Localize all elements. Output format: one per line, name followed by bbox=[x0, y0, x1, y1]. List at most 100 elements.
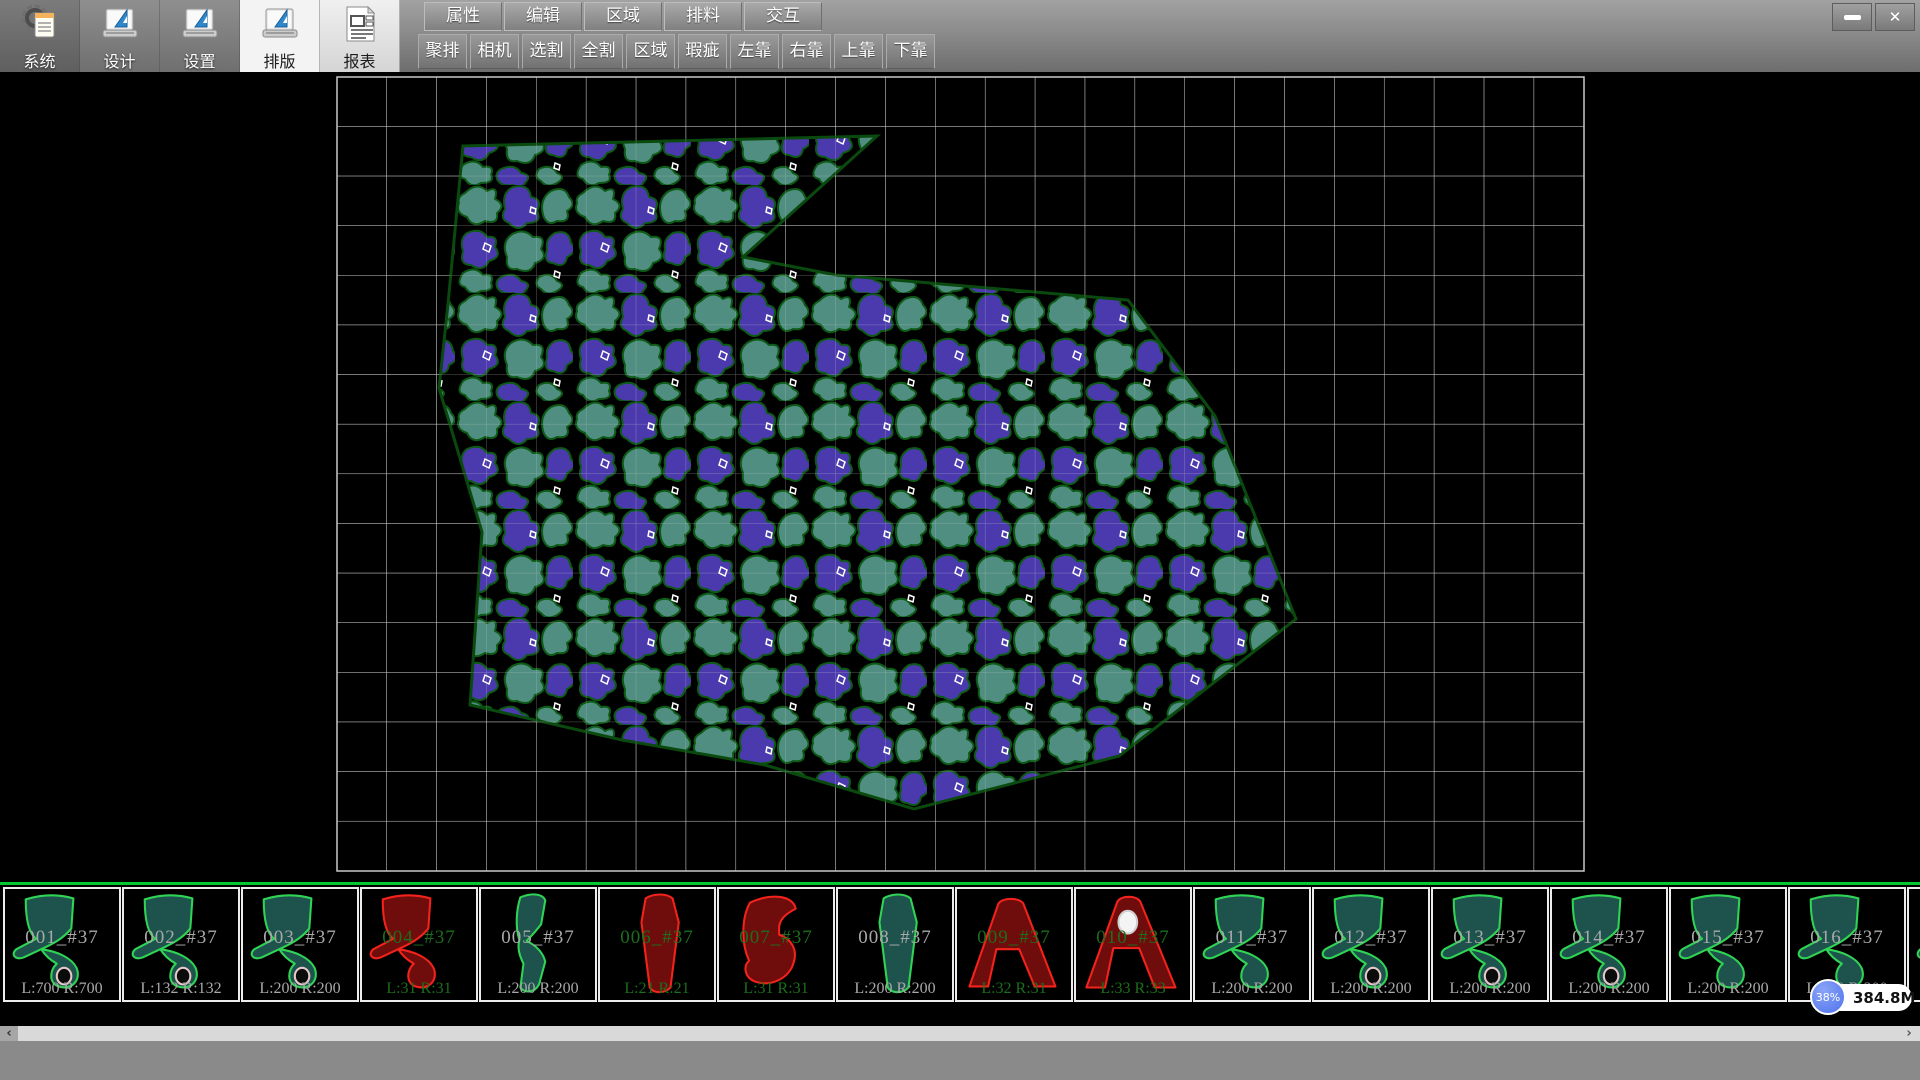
thumb-id-label: 013_#37 bbox=[1433, 927, 1547, 949]
nav-tile-settings[interactable]: 设置 bbox=[160, 0, 240, 72]
menu-tab-5[interactable]: 交互 bbox=[744, 2, 822, 31]
thumbnail-item-004_#37[interactable]: 004_#37 L:31 R:31 bbox=[360, 887, 478, 1002]
nav-tile-label: 设置 bbox=[183, 48, 215, 72]
scroll-left-icon: ‹ bbox=[6, 1026, 11, 1041]
nav-tile-label: 系统 bbox=[23, 48, 55, 72]
menu-tab-4[interactable]: 排料 bbox=[664, 2, 742, 31]
thumbnail-item-012_#37[interactable]: 012_#37 L:200 R:200 bbox=[1312, 887, 1430, 1002]
tool-button-7[interactable]: 左靠 bbox=[730, 34, 779, 69]
tool-button-8[interactable]: 右靠 bbox=[782, 34, 831, 69]
scroll-right-button[interactable]: › bbox=[1900, 1026, 1918, 1041]
thumb-id-label: 004_#37 bbox=[362, 927, 476, 949]
thumb-meta-label: L:200 R:200 bbox=[1195, 980, 1309, 998]
thumb-meta-label: L:132 R:132 bbox=[124, 980, 238, 998]
nesting-canvas[interactable] bbox=[0, 72, 1920, 882]
tool-button-4[interactable]: 全割 bbox=[574, 34, 623, 69]
thumb-id-label: 016_#37 bbox=[1790, 927, 1904, 949]
thumb-id-label: 009_#37 bbox=[957, 927, 1071, 949]
close-button[interactable]: ✕ bbox=[1875, 3, 1915, 31]
piece-thumbnail-strip: 001_#37L:700 R:700002_#37L:132 R:132003_… bbox=[0, 882, 1920, 1026]
laptop-ruler-icon bbox=[178, 2, 222, 46]
minimize-icon bbox=[1844, 15, 1861, 20]
nav-tile-label: 排版 bbox=[263, 48, 295, 72]
thumbnail-item-013_#37[interactable]: 013_#37L:200 R:200 bbox=[1431, 887, 1549, 1002]
thumb-meta-label: L:200 R:200 bbox=[1671, 980, 1785, 998]
thumbnail-item-014_#37[interactable]: 014_#37 L:200 R:200 bbox=[1550, 887, 1668, 1002]
status-badge: 38% 384.8M bbox=[1813, 984, 1912, 1011]
thumbnail-item-009_#37[interactable]: 009_#37 L:32 R:31 bbox=[955, 887, 1073, 1002]
scroll-left-button[interactable]: ‹ bbox=[0, 1026, 18, 1041]
tool-button-1[interactable]: 聚排 bbox=[418, 34, 467, 69]
thumb-id-label: 002_#37 bbox=[124, 927, 238, 949]
tool-button-5[interactable]: 区域 bbox=[626, 34, 675, 69]
nav-tile-label: 设计 bbox=[103, 48, 135, 72]
thumbnail-list: 001_#37L:700 R:700002_#37L:132 R:132003_… bbox=[3, 887, 1920, 1002]
laptop-ruler-icon bbox=[258, 2, 302, 46]
app-window: 系统设计设置排版报表 属性编辑区域排料交互 聚排相机选割全割区域瑕疵左靠右靠上靠… bbox=[0, 0, 1920, 1080]
thumb-meta-label: L:21 R:21 bbox=[600, 980, 714, 998]
thumb-id-label: 008_#37 bbox=[838, 927, 952, 949]
footer-bar bbox=[0, 1041, 1920, 1080]
thumb-meta-label: L:200 R:200 bbox=[838, 980, 952, 998]
menu-tab-2[interactable]: 编辑 bbox=[504, 2, 582, 31]
memory-value: 384.8M bbox=[1853, 989, 1915, 1007]
thumb-id-label: 006_#37 bbox=[600, 927, 714, 949]
thumb-id-label: 001_#37 bbox=[5, 927, 119, 949]
thumbnail-item-006_#37[interactable]: 006_#37 L:21 R:21 bbox=[598, 887, 716, 1002]
thumbnail-scrollbar[interactable]: ‹ › bbox=[0, 1026, 1920, 1041]
thumb-id-label: 011_#37 bbox=[1195, 927, 1309, 949]
thumbnail-item-007_#37[interactable]: 007_#37 L:31 R:31 bbox=[717, 887, 835, 1002]
minimize-button[interactable] bbox=[1832, 3, 1872, 31]
thumb-id-label: 010_#37 bbox=[1076, 927, 1190, 949]
thumb-meta-label: L:200 R:200 bbox=[481, 980, 595, 998]
tool-button-10[interactable]: 下靠 bbox=[886, 34, 935, 69]
report-doc-icon bbox=[338, 2, 382, 46]
thumbnail-item-001_#37[interactable]: 001_#37 L:700 R:700 bbox=[3, 887, 121, 1002]
thumbnail-item-002_#37[interactable]: 002_#37 L:132 R:132 bbox=[122, 887, 240, 1002]
thumb-meta-label: L:33 R:33 bbox=[1076, 980, 1190, 998]
thumb-id-label: 012_#37 bbox=[1314, 927, 1428, 949]
menu-tab-3[interactable]: 区域 bbox=[584, 2, 662, 31]
tool-button-6[interactable]: 瑕疵 bbox=[678, 34, 727, 69]
tool-button-3[interactable]: 选割 bbox=[522, 34, 571, 69]
usage-percent-badge: 38% bbox=[1810, 979, 1846, 1015]
toolbar: 系统设计设置排版报表 属性编辑区域排料交互 聚排相机选割全割区域瑕疵左靠右靠上靠… bbox=[0, 0, 1920, 73]
thumb-id-label: 007_#37 bbox=[719, 927, 833, 949]
menu-tab-1[interactable]: 属性 bbox=[424, 2, 502, 31]
thumb-id-label: 017_#37 bbox=[1909, 927, 1920, 949]
thumb-meta-label: L:200 R:200 bbox=[1552, 980, 1666, 998]
gear-doc-icon bbox=[18, 2, 62, 46]
hide-layout-svg bbox=[0, 72, 1920, 882]
thumb-meta-label: L:32 R:31 bbox=[957, 980, 1071, 998]
thumb-meta-label: L:700 R:700 bbox=[5, 980, 119, 998]
nav-tile-report[interactable]: 报表 bbox=[320, 0, 400, 72]
thumbnail-item-005_#37[interactable]: 005_#37 L:200 R:200 bbox=[479, 887, 597, 1002]
nav-tile-design[interactable]: 设计 bbox=[80, 0, 160, 72]
thumb-meta-label: L:200 R:200 bbox=[1314, 980, 1428, 998]
grid-overlay bbox=[337, 77, 1584, 871]
close-icon: ✕ bbox=[1889, 8, 1902, 26]
nav-tile-label: 报表 bbox=[343, 48, 375, 72]
window-controls: ✕ bbox=[1832, 3, 1915, 31]
thumbnail-item-015_#37[interactable]: 015_#37 L:200 R:200 bbox=[1669, 887, 1787, 1002]
thumbnail-item-010_#37[interactable]: 010_#37 L:33 R:33 bbox=[1074, 887, 1192, 1002]
thumb-meta-label: L:200 R:200 bbox=[243, 980, 357, 998]
thumb-id-label: 014_#37 bbox=[1552, 927, 1666, 949]
tool-button-2[interactable]: 相机 bbox=[470, 34, 519, 69]
nav-tile-system[interactable]: 系统 bbox=[0, 0, 80, 72]
thumbnail-item-008_#37[interactable]: 008_#37 L:200 R:200 bbox=[836, 887, 954, 1002]
menu-tabs: 属性编辑区域排料交互 bbox=[424, 2, 824, 31]
thumb-id-label: 005_#37 bbox=[481, 927, 595, 949]
thumb-meta-label: L:31 R:31 bbox=[362, 980, 476, 998]
nav-tile-layout[interactable]: 排版 bbox=[240, 0, 320, 72]
tool-button-9[interactable]: 上靠 bbox=[834, 34, 883, 69]
strip-top-line bbox=[0, 882, 1920, 885]
nav-tiles: 系统 设计 设置 排版 报表 bbox=[0, 0, 400, 72]
thumbnail-item-017_#37[interactable]: 017_#37L:200 R:200 bbox=[1907, 887, 1920, 1002]
thumb-id-label: 003_#37 bbox=[243, 927, 357, 949]
thumb-meta-label: L:31 R:31 bbox=[719, 980, 833, 998]
thumbnail-item-011_#37[interactable]: 011_#37 L:200 R:200 bbox=[1193, 887, 1311, 1002]
laptop-ruler-icon bbox=[98, 2, 142, 46]
thumbnail-item-003_#37[interactable]: 003_#37 L:200 R:200 bbox=[241, 887, 359, 1002]
thumb-id-label: 015_#37 bbox=[1671, 927, 1785, 949]
